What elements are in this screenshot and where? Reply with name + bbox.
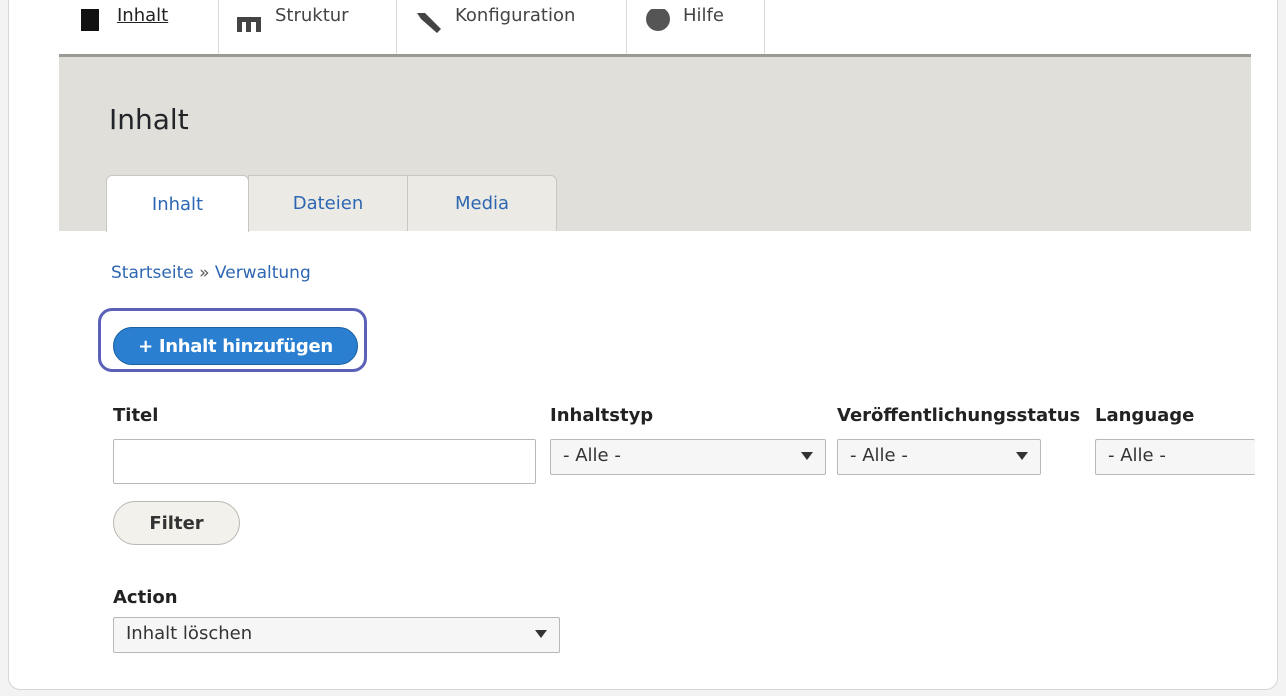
action-select-value: Inhalt löschen [126,623,253,644]
breadcrumb-home-link[interactable]: Startseite [111,263,194,283]
tab-files[interactable]: Dateien [248,175,408,231]
title-filter-input[interactable] [113,439,536,484]
toolbar-item-structure[interactable]: Struktur [219,0,397,54]
dropdown-arrow-icon [535,630,547,638]
toolbar-item-label: Hilfe [683,5,724,26]
dropdown-arrow-icon [1016,452,1028,460]
toolbar-item-label: Konfiguration [455,5,576,26]
breadcrumb: Startseite » Verwaltung [111,263,311,283]
status-select-value: - Alle - [850,445,908,466]
page-header: Inhalt Inhalt Dateien Media [59,57,1251,232]
content-type-filter-label: Inhaltstyp [550,405,654,426]
action-label: Action [113,587,178,608]
toolbar-item-configuration[interactable]: Konfiguration [397,0,627,54]
toolbar-item-label: Inhalt [117,5,169,26]
tab-media[interactable]: Media [407,175,557,231]
help-icon [646,9,670,31]
page-title: Inhalt [109,103,189,136]
content-type-select[interactable]: - Alle - [550,439,826,475]
filter-button[interactable]: Filter [113,501,240,545]
title-filter-label: Titel [113,405,159,426]
add-content-button[interactable]: + Inhalt hinzufügen [113,327,358,365]
toolbar-item-label: Struktur [275,5,349,26]
main-content: Startseite » Verwaltung + Inhalt hinzufü… [9,231,1277,689]
toolbar-item-content[interactable]: Inhalt [59,0,219,54]
wrench-icon [417,13,441,33]
toolbar-item-help[interactable]: Hilfe [627,0,765,54]
file-icon [81,9,99,31]
language-select[interactable]: - Alle - [1095,439,1255,475]
status-filter-label: Veröffentlichungsstatus [837,405,1081,426]
primary-tabs: Inhalt Dateien Media [106,175,557,232]
language-select-value: - Alle - [1108,445,1166,466]
admin-toolbar: Inhalt Struktur Konfiguration Hilfe [59,0,1251,57]
sitemap-icon [237,17,261,32]
breadcrumb-current-link[interactable]: Verwaltung [215,263,311,283]
breadcrumb-separator: » [199,263,210,283]
add-content-focus-ring: + Inhalt hinzufügen [98,308,367,372]
language-filter-label: Language [1095,405,1195,426]
dropdown-arrow-icon [801,452,813,460]
content-type-select-value: - Alle - [563,445,621,466]
status-select[interactable]: - Alle - [837,439,1041,475]
browser-frame: Inhalt Struktur Konfiguration Hilfe Inha… [8,0,1278,690]
action-select[interactable]: Inhalt löschen [113,617,560,653]
tab-content[interactable]: Inhalt [106,175,249,232]
